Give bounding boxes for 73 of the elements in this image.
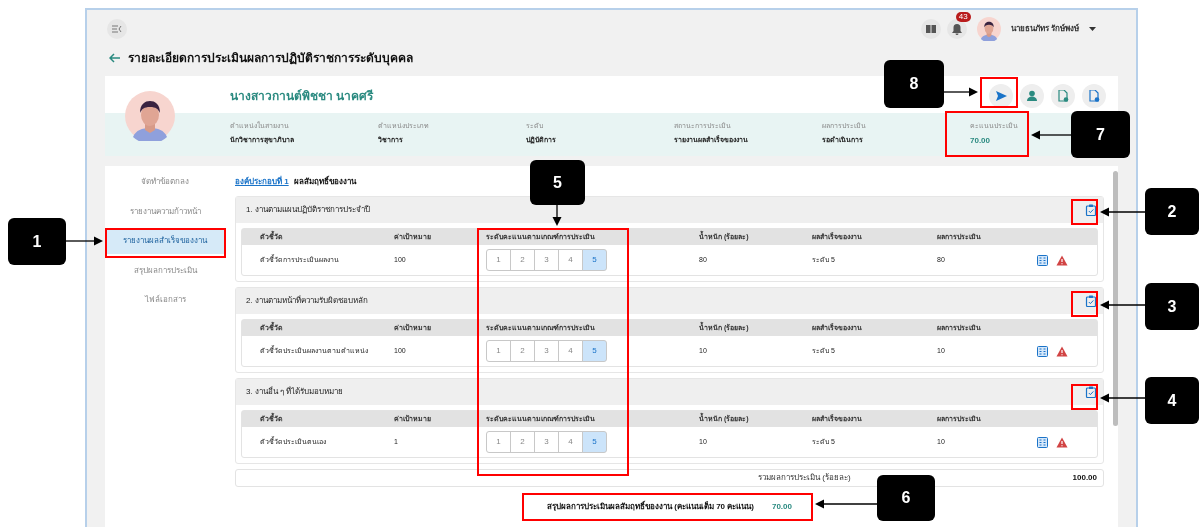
component-link[interactable]: องค์ประกอบที่ 1 bbox=[235, 176, 289, 188]
total-value: 100.00 bbox=[1072, 472, 1097, 484]
score-level-button[interactable]: 4 bbox=[558, 249, 583, 271]
person-icon bbox=[1026, 89, 1038, 102]
highlight-frame bbox=[980, 77, 1018, 108]
score-level-button[interactable]: 2 bbox=[510, 249, 535, 271]
score-level-button[interactable]: 4 bbox=[558, 340, 583, 362]
total-label: รวมผลการประเมิน (ร้อยละ) bbox=[758, 472, 851, 484]
callout-number: 7 bbox=[1071, 111, 1130, 158]
table-icon[interactable] bbox=[1037, 436, 1048, 448]
highlight-frame bbox=[1071, 291, 1098, 317]
score-level-button[interactable]: 5 bbox=[582, 431, 607, 453]
section-title: 2. งานตามหน้าที่ความรับผิดชอบหลัก bbox=[246, 295, 368, 307]
document-icon bbox=[1088, 89, 1100, 102]
section-title: 3. งานอื่น ๆ ที่ได้รับมอบหมาย bbox=[246, 386, 344, 398]
score-level-button[interactable]: 5 bbox=[582, 340, 607, 362]
callout-number: 2 bbox=[1145, 188, 1199, 235]
person-button[interactable] bbox=[1020, 83, 1044, 108]
clipboard-check-icon[interactable] bbox=[1085, 386, 1097, 398]
score-level-button[interactable]: 1 bbox=[486, 340, 511, 362]
callout-number: 4 bbox=[1145, 377, 1199, 424]
send-button[interactable] bbox=[989, 83, 1013, 108]
summary-value: 70.00 bbox=[771, 501, 792, 513]
notification-button[interactable] bbox=[946, 19, 967, 39]
callout-number: 5 bbox=[530, 160, 585, 205]
document-icon bbox=[1057, 89, 1069, 102]
sidebar-item[interactable]: จัดทำข้อตกลง bbox=[105, 169, 225, 195]
score-level-button[interactable]: 5 bbox=[582, 249, 607, 271]
callout-number: 3 bbox=[1145, 283, 1199, 330]
score-level-button[interactable]: 2 bbox=[510, 340, 535, 362]
component-title: ผลสัมฤทธิ์ของงาน bbox=[293, 176, 356, 188]
callout-number: 6 bbox=[877, 475, 935, 521]
notification-badge: 43 bbox=[955, 12, 971, 22]
table-icon[interactable] bbox=[1037, 254, 1048, 266]
document-button[interactable] bbox=[1082, 83, 1106, 108]
book-icon bbox=[925, 25, 936, 33]
menu-icon bbox=[112, 25, 122, 33]
user-name[interactable]: นายธนภัทร รักษ์พงษ์ bbox=[1010, 23, 1079, 35]
clipboard-check-icon[interactable] bbox=[1085, 295, 1097, 307]
sidebar-item[interactable]: ไฟล์เอกสาร bbox=[105, 287, 225, 314]
sidebar-item[interactable]: รายงานผลสำเร็จของงาน bbox=[105, 228, 225, 255]
warning-icon[interactable] bbox=[1056, 436, 1068, 448]
score-level-button[interactable]: 3 bbox=[534, 249, 559, 271]
sidebar-item[interactable]: รายงานความก้าวหน้า bbox=[105, 198, 225, 225]
highlight-frame bbox=[1071, 199, 1098, 225]
score-level-button[interactable]: 4 bbox=[558, 431, 583, 453]
sidebar-item[interactable]: สรุปผลการประเมิน bbox=[105, 257, 225, 284]
document-button[interactable] bbox=[1051, 83, 1075, 108]
avatar-icon bbox=[976, 17, 1001, 41]
warning-icon[interactable] bbox=[1056, 345, 1068, 357]
person-name: นางสาวกานต์พิชชา นาคศรี bbox=[230, 87, 374, 105]
score-level-button[interactable]: 1 bbox=[486, 431, 511, 453]
score-level-button[interactable]: 3 bbox=[534, 431, 559, 453]
scrollbar[interactable] bbox=[1113, 171, 1118, 426]
clipboard-check-icon[interactable] bbox=[1085, 204, 1097, 216]
highlight-frame bbox=[1071, 384, 1098, 410]
field-value: 70.00 bbox=[970, 134, 991, 147]
page-title: รายละเอียดการประเมินผลการปฏิบัติราชการระดับบุคคล bbox=[128, 50, 413, 67]
callout-number: 1 bbox=[8, 218, 66, 265]
avatar-icon bbox=[125, 91, 175, 141]
table-icon[interactable] bbox=[1037, 345, 1048, 357]
back-arrow-icon[interactable] bbox=[109, 53, 121, 63]
callout-number: 8 bbox=[884, 60, 944, 108]
warning-icon[interactable] bbox=[1056, 254, 1068, 266]
caret-icon[interactable] bbox=[1089, 27, 1096, 31]
book-button[interactable] bbox=[920, 19, 941, 39]
summary-label: สรุปผลการประเมินผลสัมฤทธิ์ของงาน (คะแนนเต็ม 70 คะแนน) bbox=[547, 501, 754, 513]
section-title: 1. งานตามแผนปฏิบัติราชการประจำปี bbox=[246, 204, 370, 216]
score-level-button[interactable]: 3 bbox=[534, 340, 559, 362]
score-level-button[interactable]: 1 bbox=[486, 249, 511, 271]
score-level-button[interactable]: 2 bbox=[510, 431, 535, 453]
send-icon bbox=[995, 89, 1007, 102]
bell-icon bbox=[951, 23, 962, 35]
